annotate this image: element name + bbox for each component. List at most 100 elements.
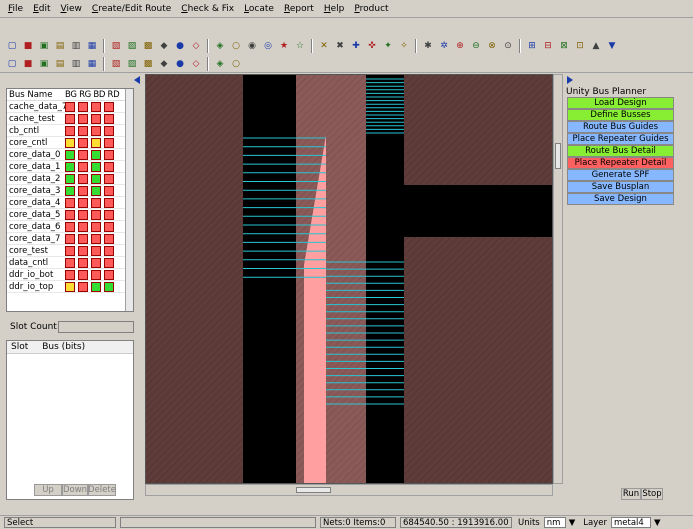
bus-status-cell[interactable] [91,221,101,232]
col-flags[interactable]: BG RG BD RD [65,90,125,100]
bus-row[interactable]: cache_data_7 [7,101,125,113]
slant-icon[interactable]: ■ [22,58,34,70]
run-button[interactable]: Run [621,488,641,500]
bus-row[interactable]: core_data_1 [7,161,125,173]
stop-icon[interactable]: ✚ [350,40,362,52]
zoom-out-icon[interactable]: ⊗ [486,40,498,52]
layout-canvas[interactable] [145,74,553,484]
menu-check-fix[interactable]: Check & Fix [177,4,240,14]
bus-status-cell[interactable] [104,269,114,280]
stretch-icon[interactable]: ▣ [38,58,50,70]
bus-status-cell[interactable] [78,173,88,184]
bus-status-cell[interactable] [104,101,114,112]
bus-status-cell[interactable] [65,245,75,256]
highlight-icon[interactable]: ◈ [214,40,226,52]
bus-row[interactable]: core_data_3 [7,185,125,197]
bus-status-cell[interactable] [78,257,88,268]
deselect-icon[interactable]: ▦ [86,40,98,52]
zoom-prev-icon[interactable]: ⊟ [542,40,554,52]
bus-status-cell[interactable] [91,113,101,124]
bus-icon[interactable]: ▩ [142,58,154,70]
menu-help[interactable]: Help [320,4,351,14]
bus-status-cell[interactable] [65,173,75,184]
pointer-icon[interactable]: ▩ [142,40,154,52]
menu-create-edit-route[interactable]: Create/Edit Route [88,4,177,14]
bus-status-cell[interactable] [78,185,88,196]
open-icon[interactable]: ▢ [6,40,18,52]
layout-view[interactable] [146,75,553,484]
bus-status-cell[interactable] [65,113,75,124]
menu-file[interactable]: File [4,4,29,14]
route3-icon[interactable]: ✧ [398,40,410,52]
bus-status-cell[interactable] [104,125,114,136]
bus-row[interactable]: cb_cntl [7,125,125,137]
grid-icon[interactable]: ● [174,40,186,52]
move-icon[interactable]: ▦ [86,58,98,70]
bus-status-cell[interactable] [104,137,114,148]
redo-icon[interactable]: ◉ [246,40,258,52]
bus-status-cell[interactable] [65,149,75,160]
collapse-left-icon[interactable] [133,76,141,84]
planner-btn-load-design[interactable]: Load Design [567,97,674,109]
bus-row[interactable]: core_data_7 [7,233,125,245]
bus-row[interactable]: core_data_0 [7,149,125,161]
canvas-vscrollbar[interactable] [553,74,563,484]
bus-status-cell[interactable] [78,233,88,244]
bus-status-cell[interactable] [91,149,101,160]
bus-status-cell[interactable] [78,161,88,172]
bus-status-cell[interactable] [65,233,75,244]
bus-status-cell[interactable] [65,125,75,136]
delete-button[interactable]: Delete [88,484,116,496]
save-icon[interactable]: ■ [22,40,34,52]
bus-row[interactable]: core_test [7,245,125,257]
net-icon[interactable]: ⊠ [558,40,570,52]
bus-status-cell[interactable] [91,245,101,256]
wire-icon[interactable]: ▢ [6,58,18,70]
delete-icon[interactable]: ✕ [318,40,330,52]
menu-product[interactable]: Product [350,4,394,14]
zoom-in-icon[interactable]: ⊖ [470,40,482,52]
flag-icon[interactable]: ⊡ [574,40,586,52]
select-icon[interactable]: ▥ [70,40,82,52]
check-icon[interactable]: ⊕ [454,40,466,52]
record-icon[interactable]: ◆ [158,40,170,52]
bus-table-scrollbar[interactable] [125,89,133,311]
bus-status-cell[interactable] [78,281,88,292]
bus-status-cell[interactable] [78,209,88,220]
stop-button[interactable]: Stop [641,488,663,500]
route2-icon[interactable]: ✦ [382,40,394,52]
menu-view[interactable]: View [57,4,88,14]
bus-status-cell[interactable] [65,197,75,208]
bus-status-cell[interactable] [65,185,75,196]
print-icon[interactable]: ▤ [54,40,66,52]
shield-icon[interactable]: ● [174,58,186,70]
bus-status-cell[interactable] [91,269,101,280]
planner-btn-save-busplan[interactable]: Save Busplan [567,181,674,193]
zoom-full-icon[interactable]: ⊞ [526,40,538,52]
bus-row[interactable]: core_data_6 [7,221,125,233]
copy-icon[interactable]: ★ [278,40,290,52]
bus-status-cell[interactable] [104,233,114,244]
bus-row[interactable]: ddr_io_top [7,281,125,293]
canvas-hscrollbar[interactable] [145,484,553,496]
route-v-icon[interactable]: ▨ [126,58,138,70]
col-slot[interactable]: Slot [7,342,38,352]
bus-status-cell[interactable] [91,209,101,220]
units-select[interactable]: nm [543,517,566,528]
bus-status-cell[interactable] [78,245,88,256]
units-dropdown-icon[interactable]: ▼ [569,518,576,528]
bus-status-cell[interactable] [65,137,75,148]
bus-status-cell[interactable] [104,245,114,256]
bus-status-cell[interactable] [65,257,75,268]
bus-status-cell[interactable] [91,185,101,196]
planner-btn-route-bus-detail[interactable]: Route Bus Detail [567,145,674,157]
bus-status-cell[interactable] [65,269,75,280]
planner-btn-route-bus-guides[interactable]: Route Bus Guides [567,121,674,133]
window-icon[interactable]: ▨ [126,40,138,52]
hscroll-thumb[interactable] [296,487,331,493]
bus-status-cell[interactable] [104,149,114,160]
bus-status-cell[interactable] [104,197,114,208]
fill-icon[interactable]: ◇ [190,58,202,70]
bus-status-cell[interactable] [91,125,101,136]
hash-icon[interactable]: ✖ [334,40,346,52]
